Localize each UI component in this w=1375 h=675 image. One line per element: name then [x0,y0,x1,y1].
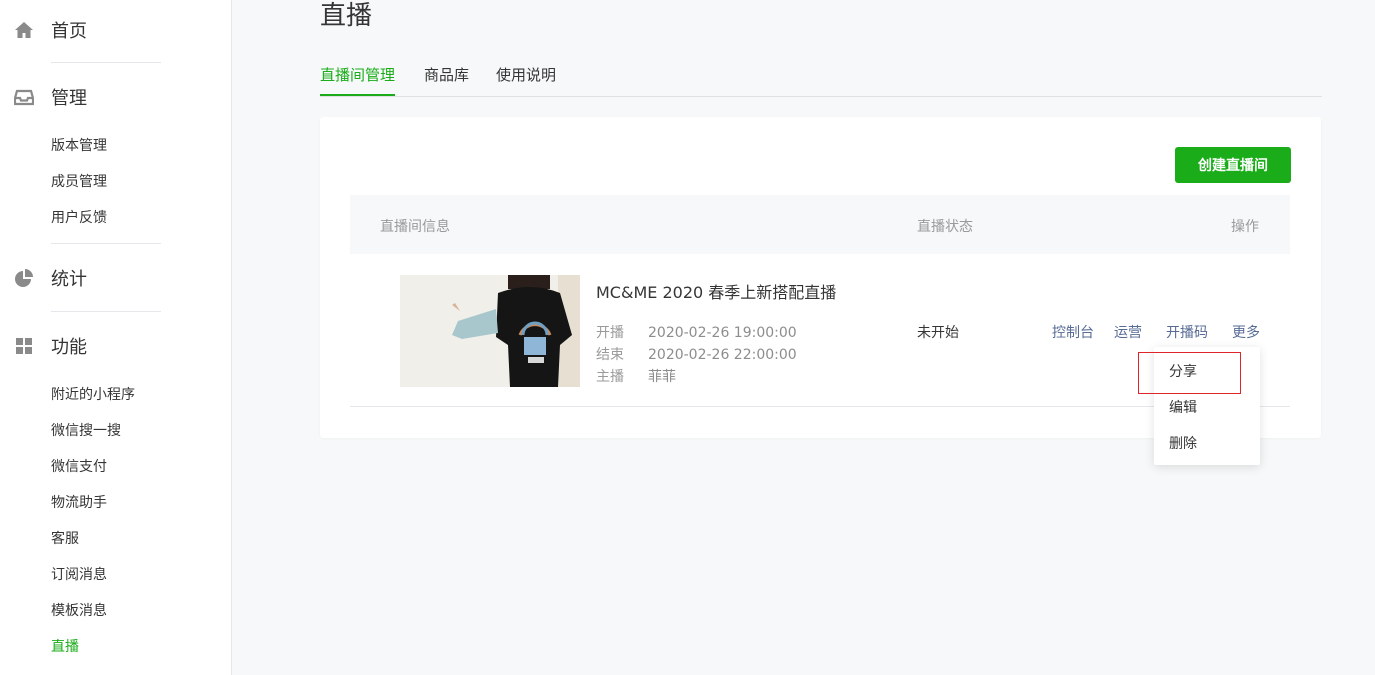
sidebar: 首页 管理 版本管理 成员管理 用户反馈 统计 功能 附近的小程序 微信搜一搜 … [0,0,232,675]
tab-live-room-manage[interactable]: 直播间管理 [320,64,396,96]
nav-features-label: 功能 [51,337,87,358]
header-status: 直播状态 [917,219,973,235]
operation-link[interactable]: 运营 [1114,322,1142,342]
page-title: 直播 [320,1,373,31]
pie-chart-icon [15,269,33,287]
sidebar-item-logistics[interactable]: 物流助手 [51,494,107,512]
console-link[interactable]: 控制台 [1052,322,1094,342]
live-cover-image [400,275,580,387]
live-room-title: MC&ME 2020 春季上新搭配直播 [596,283,837,302]
header-info: 直播间信息 [380,219,450,235]
tab-product-library[interactable]: 商品库 [424,64,469,96]
sidebar-item-nearby[interactable]: 附近的小程序 [51,386,135,404]
sidebar-item-version[interactable]: 版本管理 [51,137,107,155]
start-time: 开播 2020-02-26 19:00:00 [596,322,797,342]
start-label: 开播 [596,325,624,341]
divider [51,62,161,63]
divider [51,311,161,312]
more-dropdown-menu: 分享 编辑 删除 [1154,347,1260,465]
host-label: 主播 [596,369,624,385]
table-row: MC&ME 2020 春季上新搭配直播 开播 2020-02-26 19:00:0… [350,254,1290,407]
sidebar-item-members[interactable]: 成员管理 [51,173,107,191]
sidebar-item-pay[interactable]: 微信支付 [51,458,107,476]
status-text: 未开始 [917,325,959,341]
menu-item-delete[interactable]: 删除 [1169,433,1197,453]
start-value: 2020-02-26 19:00:00 [648,325,797,341]
menu-item-share[interactable]: 分享 [1169,361,1197,381]
host: 主播 菲菲 [596,366,676,386]
menu-item-edit[interactable]: 编辑 [1169,397,1197,417]
nav-manage[interactable]: 管理 [14,82,87,112]
nav-manage-label: 管理 [51,88,87,109]
sidebar-item-template[interactable]: 模板消息 [51,602,107,620]
host-value: 菲菲 [648,369,676,385]
nav-stats-label: 统计 [51,269,87,290]
sidebar-item-live[interactable]: 直播 [51,638,79,656]
grid-icon [16,338,32,354]
divider [51,243,161,244]
end-label: 结束 [596,347,624,363]
create-live-room-button[interactable]: 创建直播间 [1175,147,1291,183]
tab-instructions[interactable]: 使用说明 [496,64,556,96]
sidebar-item-feedback[interactable]: 用户反馈 [51,209,107,227]
nav-home-label: 首页 [51,21,87,42]
nav-home[interactable]: 首页 [14,15,87,45]
table-header: 直播间信息 直播状态 操作 [350,195,1290,254]
home-icon [15,22,33,38]
more-link[interactable]: 更多 [1232,322,1260,342]
header-ops: 操作 [1231,219,1259,235]
nav-stats[interactable]: 统计 [14,263,87,293]
end-value: 2020-02-26 22:00:00 [648,347,797,363]
tab-bar: 直播间管理 商品库 使用说明 [320,60,1322,97]
sidebar-item-subscribe[interactable]: 订阅消息 [51,566,107,584]
live-code-link[interactable]: 开播码 [1166,322,1208,342]
inbox-icon [14,89,34,106]
sidebar-item-service[interactable]: 客服 [51,530,79,548]
nav-features[interactable]: 功能 [14,331,87,361]
sidebar-item-search[interactable]: 微信搜一搜 [51,422,121,440]
end-time: 结束 2020-02-26 22:00:00 [596,344,797,364]
